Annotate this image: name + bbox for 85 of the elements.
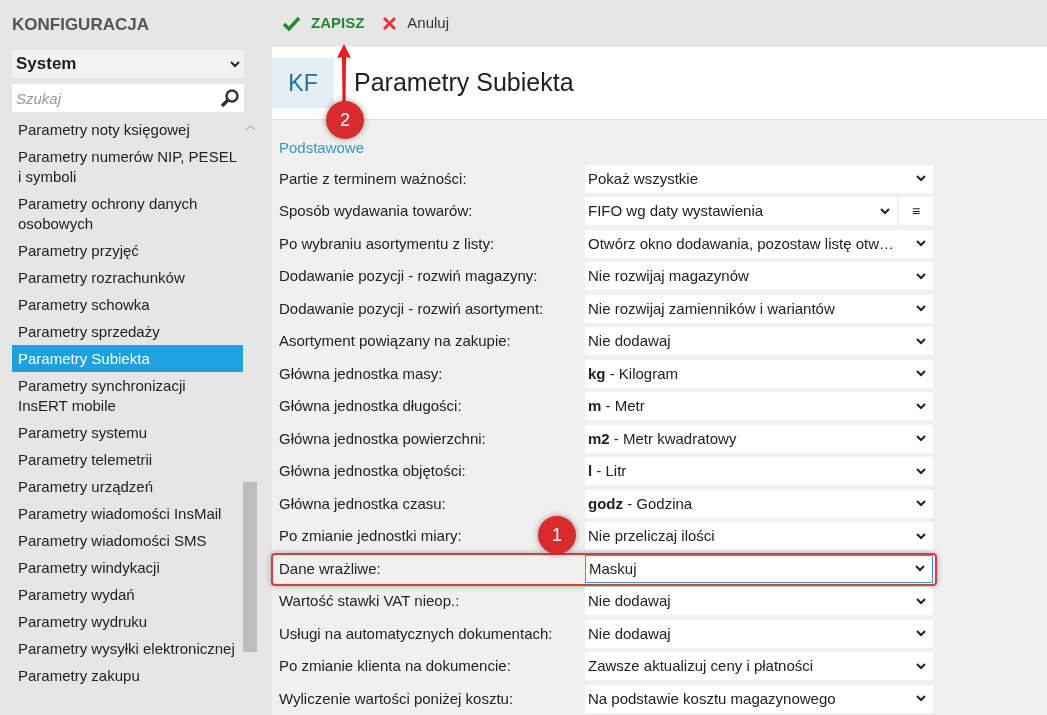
select-field[interactable]: Na podstawie kosztu magazynowego	[585, 684, 933, 713]
chevron-icon	[916, 435, 926, 443]
chevron-icon	[916, 305, 926, 313]
select-field[interactable]: m - Metr	[585, 392, 933, 421]
field-label: Wyliczenie wartości poniżej kosztu:	[279, 689, 514, 707]
field-label: Główna jednostka czasu:	[279, 494, 446, 512]
field-label: Główna jednostka powierzchni:	[279, 429, 486, 447]
sidebar-item[interactable]: Parametry wysyłki elektronicznej	[12, 635, 243, 662]
select-field[interactable]: FIFO wg daty wystawienia	[585, 197, 897, 226]
sidebar-item[interactable]: Parametry wydań	[12, 581, 243, 608]
sidebar-item[interactable]: Parametry zakupu	[12, 662, 243, 689]
check-icon	[282, 16, 301, 32]
field-label: Główna jednostka masy:	[279, 364, 443, 382]
field-label: Partie z terminem ważności:	[279, 169, 467, 187]
sidebar-item[interactable]: Parametry numerów NIP, PESEL i symboli	[12, 143, 243, 190]
field-label: Główna jednostka długości:	[279, 397, 462, 415]
sidebar-item[interactable]: Parametry wiadomości InsMail	[12, 500, 243, 527]
chevron-icon	[916, 532, 926, 540]
scrollbar-thumb[interactable]	[243, 482, 257, 652]
arrow-annotation	[336, 44, 352, 102]
sidebar-item[interactable]: Parametry telemetrii	[12, 446, 243, 473]
field-label: Dodawanie pozycji - rozwiń magazyny:	[279, 267, 538, 285]
select-field[interactable]: Nie rozwijaj zamienników i wariantów	[585, 294, 933, 323]
select-field[interactable]: Nie dodawaj	[585, 619, 933, 648]
sidebar-item[interactable]: Parametry noty księgowej	[12, 116, 243, 143]
menu-button[interactable]: ≡	[899, 197, 933, 226]
field-label: Asortyment powiązany na zakupie:	[279, 332, 511, 350]
chevron-icon	[230, 60, 240, 68]
chevron-icon	[916, 337, 926, 345]
sidebar-item[interactable]: Parametry przyjęć	[12, 237, 243, 264]
chevron-icon	[916, 695, 926, 703]
field-label: Usługi na automatycznych dokumentach:	[279, 624, 553, 642]
field-label: Po wybraniu asortymentu z listy:	[279, 234, 495, 252]
select-field[interactable]: Nie rozwijaj magazynów	[585, 262, 933, 291]
chevron-icon	[916, 467, 926, 475]
select-field[interactable]: Nie dodawaj	[585, 327, 933, 356]
sidebar-item[interactable]: Parametry synchronizacji InsERT mobile	[12, 372, 243, 419]
search-icon	[220, 88, 240, 108]
select-field[interactable]: Otwórz okno dodawania, pozostaw listę otw…	[585, 229, 933, 258]
sidebar-item[interactable]: Parametry sprzedaży	[12, 318, 243, 345]
sidebar-item[interactable]: Parametry wiadomości SMS	[12, 527, 243, 554]
close-icon	[382, 16, 398, 32]
sidebar-item[interactable]: Parametry ochrony danych osobowych	[12, 190, 243, 237]
field-label: Sposób wydawania towarów:	[279, 202, 473, 220]
field-label: Dane wrażliwe:	[279, 559, 381, 577]
save-button[interactable]: ZAPISZ	[282, 12, 365, 35]
page-title: Parametry Subiekta	[354, 67, 574, 99]
section-title: Podstawowe	[279, 138, 365, 156]
select-field[interactable]: Maskuj	[585, 554, 933, 583]
select-field[interactable]: Pokaż wszystkie	[585, 164, 933, 193]
chevron-icon	[916, 500, 926, 508]
select-field[interactable]: kg - Kilogram	[585, 359, 933, 388]
sidebar-item[interactable]: Parametry schowka	[12, 291, 243, 318]
chevron-icon	[916, 402, 926, 410]
field-label: Po zmianie klienta na dokumencie:	[279, 657, 511, 675]
chevron-icon	[916, 240, 926, 248]
chevron-icon	[880, 207, 890, 215]
chevron-icon	[916, 370, 926, 378]
group-dropdown[interactable]: System	[12, 50, 244, 78]
select-field[interactable]: l - Litr	[585, 457, 933, 486]
field-label: Po zmianie jednostki miary:	[279, 527, 462, 545]
sidebar-item[interactable]: Parametry wydruku	[12, 608, 243, 635]
chevron-icon	[916, 630, 926, 638]
select-field[interactable]: godz - Godzina	[585, 489, 933, 518]
chevron-icon	[916, 175, 926, 183]
module-badge: KF	[272, 57, 334, 108]
sidebar-item[interactable]: Parametry rozrachunków	[12, 264, 243, 291]
select-field[interactable]: m2 - Metr kwadratowy	[585, 424, 933, 453]
select-field[interactable]: Nie przeliczaj ilości	[585, 522, 933, 551]
search-field[interactable]: Szukaj	[12, 84, 244, 112]
field-label: Wartość stawki VAT nieop.:	[279, 592, 460, 610]
sidebar-item[interactable]: Parametry systemu	[12, 419, 243, 446]
cancel-button[interactable]: Anuluj	[382, 12, 450, 35]
chevron-icon	[915, 565, 925, 573]
sidebar-item[interactable]: Parametry windykacji	[12, 554, 243, 581]
sidebar-title: KONFIGURACJA	[12, 14, 149, 37]
scroll-up-icon[interactable]	[245, 124, 256, 131]
chevron-icon	[916, 272, 926, 280]
field-label: Główna jednostka objętości:	[279, 462, 466, 480]
select-field[interactable]: Zawsze aktualizuj ceny i płatności	[585, 652, 933, 681]
chevron-icon	[916, 597, 926, 605]
sidebar-item[interactable]: Parametry urządzeń	[12, 473, 243, 500]
field-label: Dodawanie pozycji - rozwiń asortyment:	[279, 299, 544, 317]
chevron-icon	[916, 662, 926, 670]
select-field[interactable]: Nie dodawaj	[585, 587, 933, 616]
